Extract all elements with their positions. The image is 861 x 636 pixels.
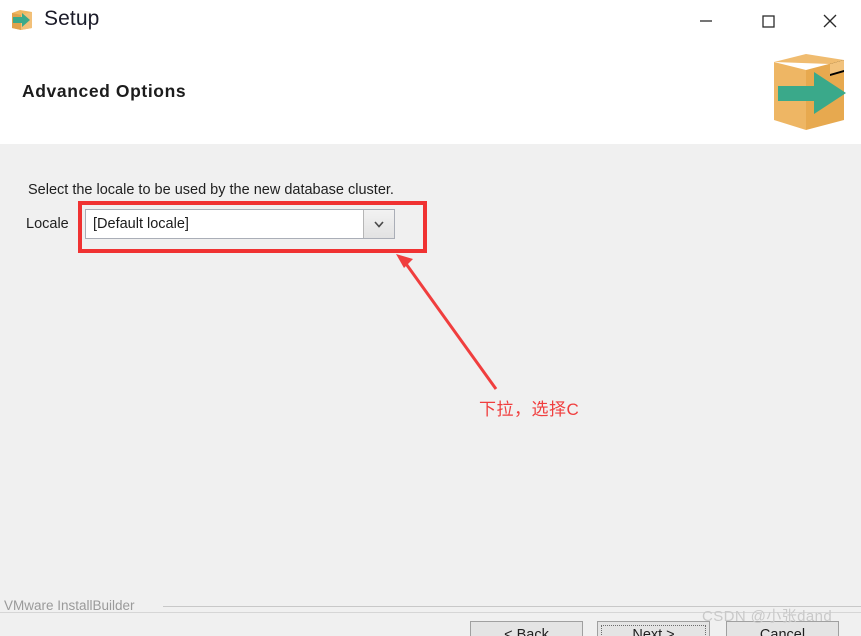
annotation-label: 下拉，选择C [479, 400, 580, 419]
instruction-text: Select the locale to be used by the new … [28, 182, 394, 198]
chevron-down-icon [374, 221, 384, 228]
next-button[interactable]: Next > [597, 621, 710, 636]
close-button[interactable] [799, 0, 861, 41]
page-header: Advanced Options [0, 41, 861, 185]
next-button-focus-ring [601, 625, 706, 636]
window-controls [675, 0, 861, 41]
maximize-button[interactable] [737, 0, 799, 41]
installer-brand-label: VMware InstallBuilder [4, 598, 135, 613]
locale-field-label: Locale [26, 216, 69, 232]
close-icon [823, 14, 837, 27]
minimize-icon [700, 19, 712, 22]
watermark-label: CSDN @小张dand [702, 608, 833, 625]
locale-select-dropdown-button[interactable] [363, 210, 394, 238]
locale-select-value: [Default locale] [93, 216, 189, 232]
minimize-button[interactable] [675, 0, 737, 41]
back-button[interactable]: < Back [470, 621, 583, 636]
installer-box-arrow-icon [9, 8, 35, 32]
installer-box-arrow-logo [756, 46, 856, 138]
maximize-icon [762, 14, 775, 28]
setup-wizard-window: Setup Advanced Options Select the locale… [0, 0, 861, 636]
locale-select[interactable]: [Default locale] [85, 209, 395, 239]
title-bar: Setup [0, 0, 861, 41]
main-content: Select the locale to be used by the new … [0, 144, 861, 592]
window-title: Setup [44, 7, 100, 30]
page-title: Advanced Options [22, 81, 187, 101]
